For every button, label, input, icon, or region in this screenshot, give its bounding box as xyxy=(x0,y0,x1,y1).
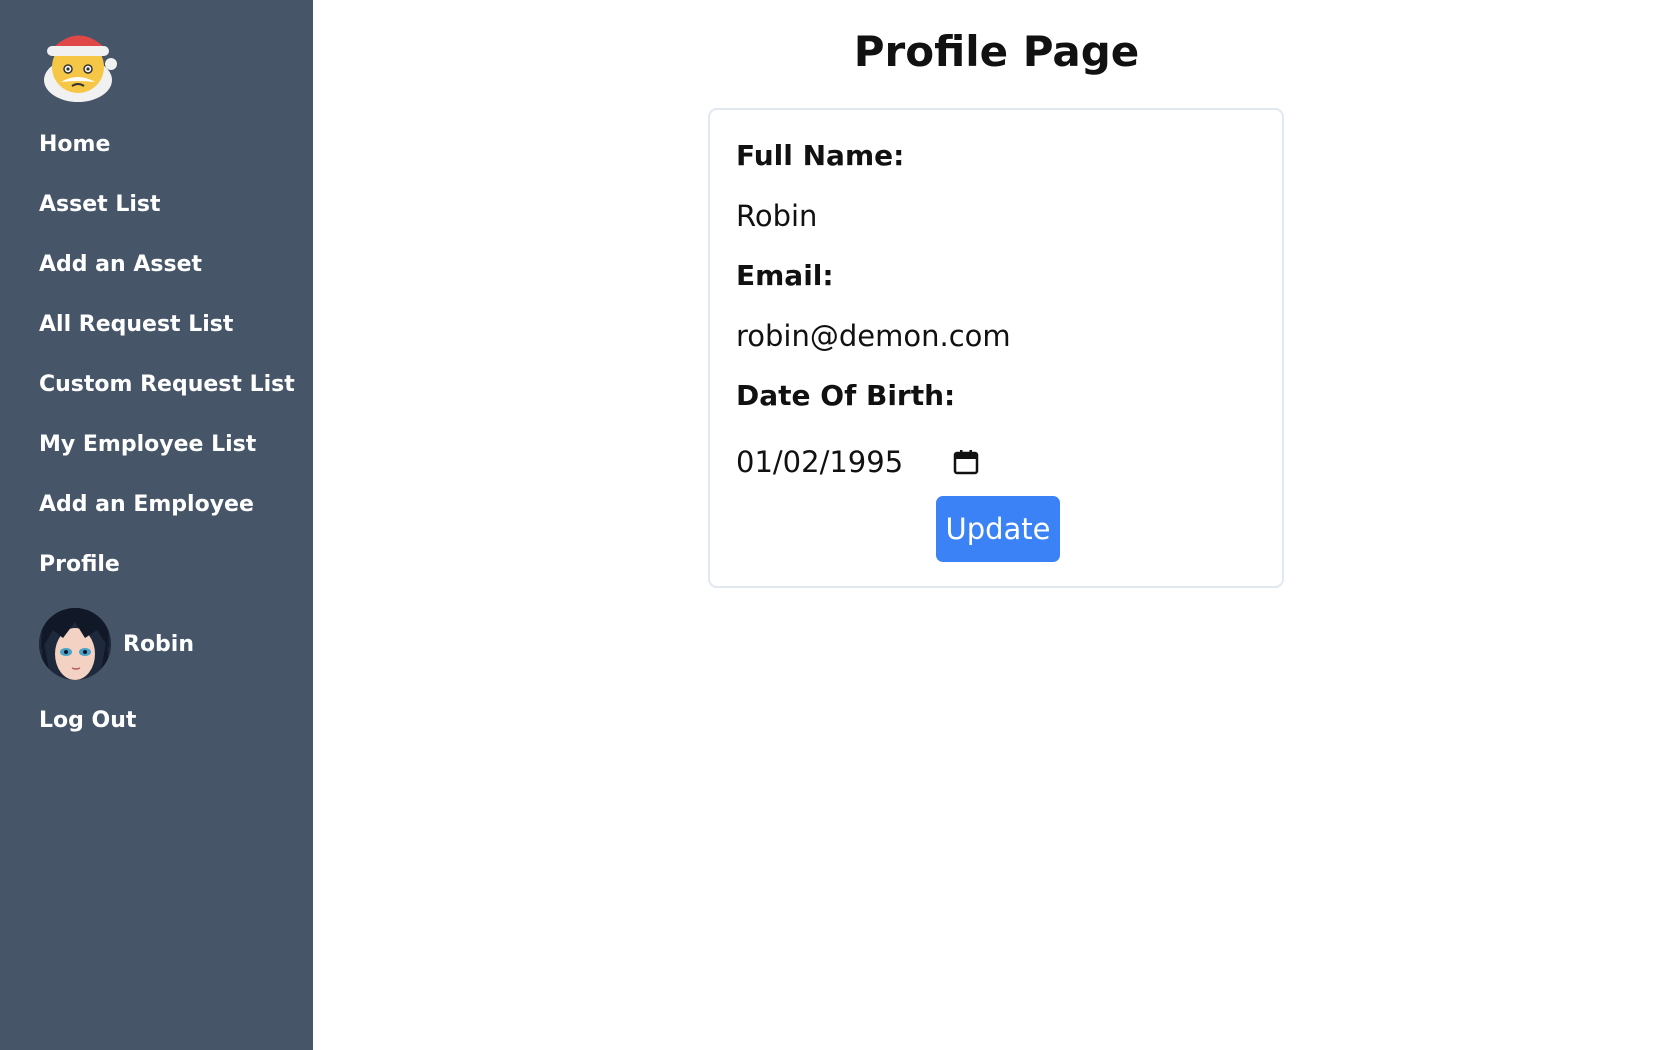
calendar-icon[interactable] xyxy=(952,448,980,476)
full-name-label: Full Name: xyxy=(736,139,905,172)
sidebar-item-add-asset[interactable]: Add an Asset xyxy=(39,250,202,280)
app-layout: Home Asset List Add an Asset All Request… xyxy=(0,0,1680,1050)
page-title: Profile Page xyxy=(853,27,1140,76)
dob-date-input[interactable]: 01/02/1995 xyxy=(736,440,986,484)
sidebar-item-profile[interactable]: Profile xyxy=(39,550,120,580)
dob-label: Date Of Birth: xyxy=(736,379,956,412)
user-avatar xyxy=(39,608,111,680)
sidebar-item-my-employee-list[interactable]: My Employee List xyxy=(39,430,256,460)
user-name: Robin xyxy=(123,631,195,657)
sidebar-item-asset-list[interactable]: Asset List xyxy=(39,190,160,220)
update-button[interactable]: Update xyxy=(936,496,1060,562)
email-value: robin@demon.com xyxy=(736,319,1011,353)
dob-value: 01/02/1995 xyxy=(736,445,904,479)
santa-logo-icon[interactable] xyxy=(39,22,117,104)
logout-button[interactable]: Log Out xyxy=(39,706,136,736)
sidebar-item-home[interactable]: Home xyxy=(39,130,110,160)
profile-card: Full Name: Robin Email: robin@demon.com … xyxy=(708,108,1284,588)
sidebar-item-all-request-list[interactable]: All Request List xyxy=(39,310,233,340)
sidebar: Home Asset List Add an Asset All Request… xyxy=(0,0,313,1050)
email-label: Email: xyxy=(736,259,834,292)
sidebar-item-add-employee[interactable]: Add an Employee xyxy=(39,490,254,520)
user-profile-link[interactable]: Robin xyxy=(39,608,194,680)
full-name-value: Robin xyxy=(736,199,818,233)
sidebar-item-custom-request-list[interactable]: Custom Request List xyxy=(39,370,295,400)
